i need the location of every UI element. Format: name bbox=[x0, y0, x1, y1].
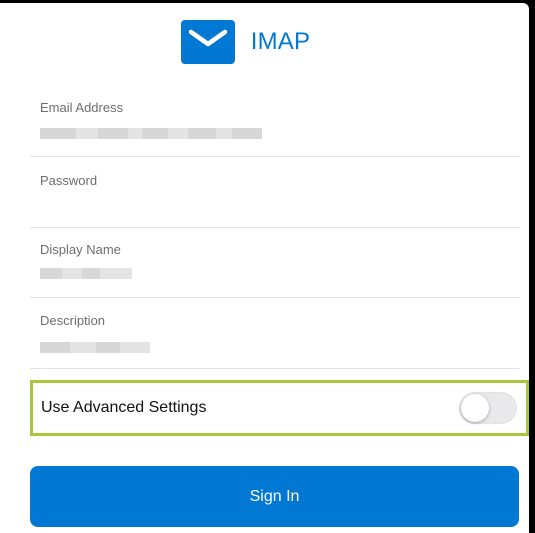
mail-envelope-icon bbox=[180, 20, 235, 64]
password-label: Password bbox=[40, 173, 98, 188]
email-value-redacted bbox=[40, 128, 262, 139]
advanced-settings-label: Use Advanced Settings bbox=[41, 399, 207, 416]
advanced-settings-row: Use Advanced Settings bbox=[30, 380, 529, 436]
sign-in-button[interactable]: Sign In bbox=[30, 466, 519, 527]
display-name-field[interactable]: Display Name bbox=[30, 228, 520, 298]
toggle-knob bbox=[461, 394, 489, 422]
description-label: Description bbox=[40, 313, 106, 328]
password-field[interactable]: Password bbox=[30, 157, 520, 228]
display-name-value-redacted bbox=[40, 268, 132, 279]
description-value-redacted bbox=[40, 342, 150, 353]
description-field[interactable]: Description bbox=[30, 298, 520, 369]
page: IMAP Email Address Password Display Name… bbox=[0, 0, 535, 533]
advanced-settings-toggle[interactable] bbox=[459, 392, 517, 424]
email-field[interactable]: Email Address bbox=[30, 90, 520, 157]
display-name-label: Display Name bbox=[40, 242, 121, 257]
app-title: IMAP bbox=[250, 28, 311, 55]
email-label: Email Address bbox=[40, 100, 124, 115]
header: IMAP bbox=[0, 18, 535, 66]
